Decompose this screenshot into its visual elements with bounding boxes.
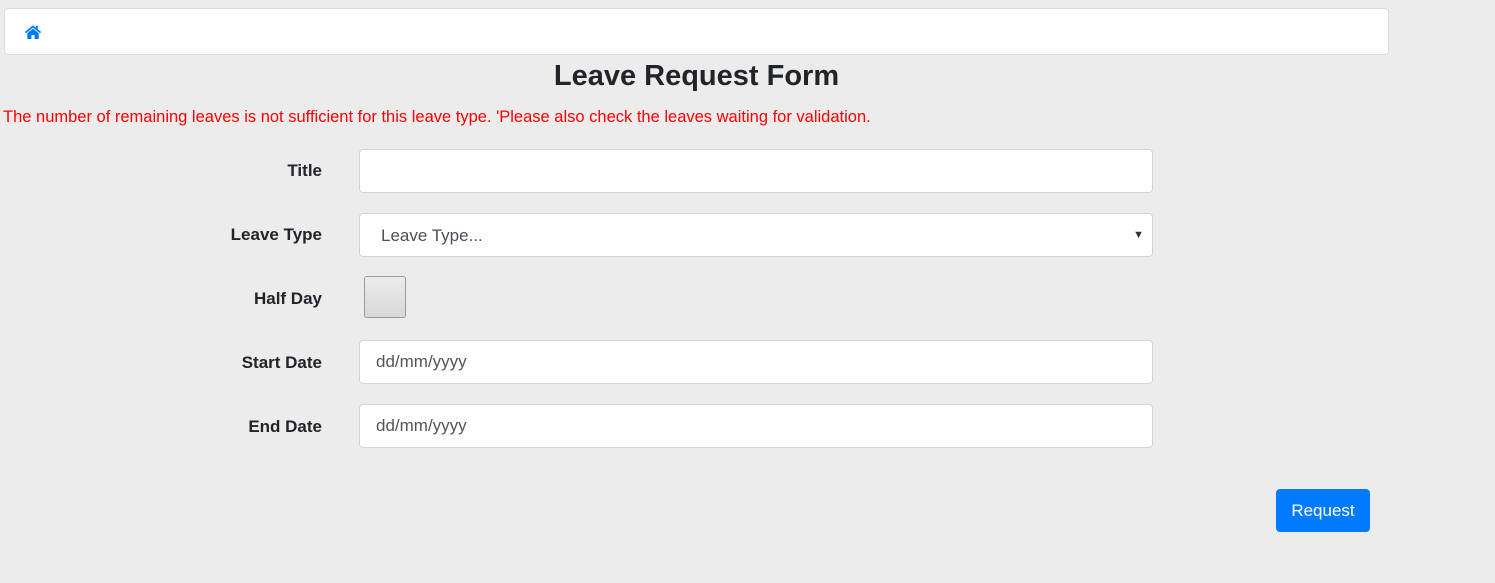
home-link[interactable]	[24, 24, 42, 40]
home-icon	[24, 25, 42, 39]
start-date-input[interactable]	[359, 340, 1153, 384]
half-day-label: Half Day	[253, 289, 322, 308]
start-date-label: Start Date	[241, 353, 322, 372]
leave-type-select[interactable]: Leave Type... ▼	[359, 213, 1153, 257]
title-label: Title	[287, 161, 322, 180]
end-date-input[interactable]	[359, 404, 1153, 448]
error-message: The number of remaining leaves is not su…	[3, 108, 871, 126]
leave-type-label: Leave Type	[230, 225, 322, 244]
leave-type-selected: Leave Type...	[381, 226, 483, 245]
dropdown-arrow-icon: ▼	[1133, 229, 1144, 241]
request-button[interactable]: Request	[1276, 489, 1370, 532]
title-input[interactable]	[359, 149, 1153, 193]
page-title: Leave Request Form	[553, 60, 840, 92]
half-day-checkbox[interactable]	[364, 276, 406, 318]
end-date-label: End Date	[248, 417, 322, 436]
breadcrumb	[4, 8, 1389, 55]
